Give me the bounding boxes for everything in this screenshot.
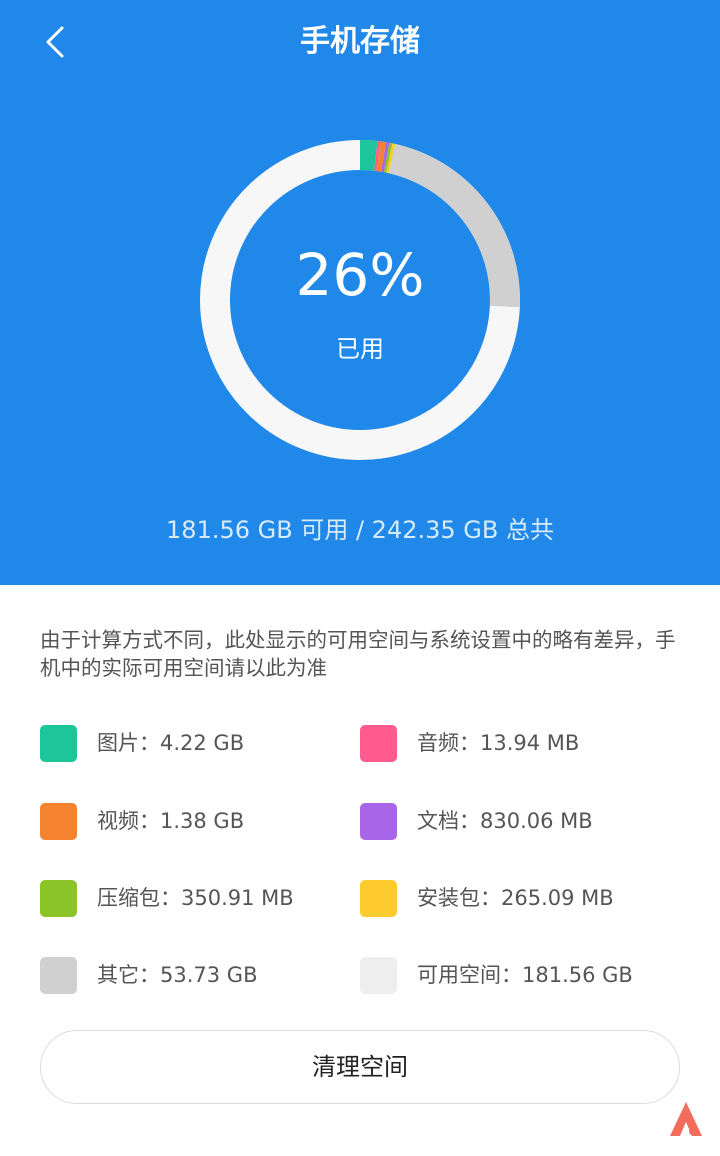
brand-logo-icon [670, 1102, 702, 1136]
donut-center: 26% 已用 [200, 140, 520, 460]
legend-item-documents: 文档：830.06 MB [360, 802, 593, 840]
page-title: 手机存储 [300, 24, 420, 59]
legend-item-images: 图片：4.22 GB [40, 724, 244, 762]
storage-summary: 181.56 GB 可用 / 242.35 GB 总共 [166, 516, 554, 544]
legend-item-other: 其它：53.73 GB [40, 956, 257, 994]
clean-storage-button[interactable]: 清理空间 [40, 1030, 680, 1104]
legend-swatch-archives [40, 879, 77, 917]
legend-item-video: 视频：1.38 GB [40, 802, 244, 840]
legend-swatch-images [40, 724, 77, 762]
legend-swatch-apks [360, 879, 397, 917]
storage-note: 由于计算方式不同，此处显示的可用空间与系统设置中的略有差异，手机中的实际可用空间… [40, 628, 676, 680]
legend-label-free: 可用空间：181.56 GB [417, 963, 633, 987]
legend-label-apks: 安装包：265.09 MB [417, 886, 614, 910]
header: 手机存储 26% 已用 181.56 GB 可用 / 242.35 GB 总共 [0, 0, 720, 585]
used-label: 已用 [336, 335, 384, 363]
legend-swatch-video [40, 802, 77, 840]
legend-item-archives: 压缩包：350.91 MB [40, 879, 294, 917]
legend-label-other: 其它：53.73 GB [97, 963, 258, 987]
legend-label-video: 视频：1.38 GB [97, 809, 245, 833]
legend-item-apks: 安装包：265.09 MB [360, 879, 614, 917]
legend-swatch-audio [360, 724, 397, 762]
legend-label-audio: 音频：13.94 MB [417, 731, 580, 755]
legend-item-free: 可用空间：181.56 GB [360, 956, 633, 994]
legend-label-documents: 文档：830.06 MB [417, 809, 593, 833]
legend-swatch-free [360, 956, 397, 994]
legend-label-archives: 压缩包：350.91 MB [97, 886, 294, 910]
used-percent: 26% [295, 241, 425, 309]
legend-swatch-documents [360, 802, 397, 840]
legend-item-audio: 音频：13.94 MB [360, 724, 579, 762]
legend-label-images: 图片：4.22 GB [97, 731, 245, 755]
legend-swatch-other [40, 956, 77, 994]
storage-legend: 图片：4.22 GB 音频：13.94 MB 视频：1.38 GB 文档：830… [40, 724, 700, 996]
storage-donut-chart: 26% 已用 [200, 140, 520, 460]
